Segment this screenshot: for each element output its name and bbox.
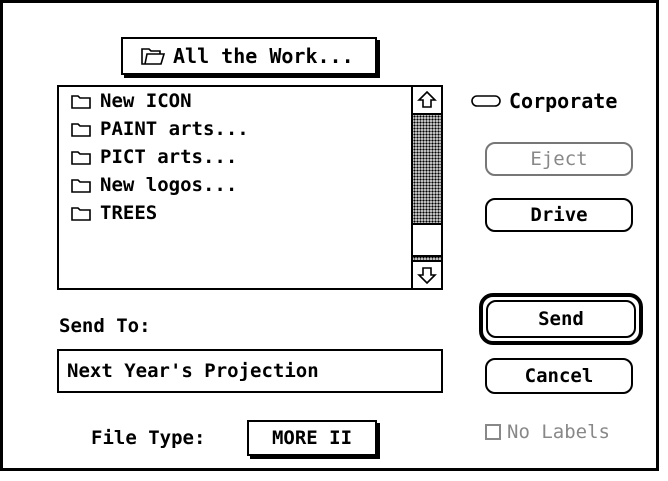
folder-icon: [71, 207, 91, 221]
no-labels-checkbox-row[interactable]: No Labels: [485, 421, 610, 443]
folder-icon: [71, 179, 91, 193]
folder-icon: [71, 123, 91, 137]
dialog-window: All the Work... New ICON PAINT arts... P…: [0, 0, 659, 471]
no-labels-checkbox[interactable]: [485, 424, 501, 440]
folder-icon: [71, 95, 91, 109]
arrow-up-icon: [417, 90, 437, 108]
folder-popup-label: All the Work...: [173, 44, 354, 68]
no-labels-label: No Labels: [507, 421, 610, 443]
scroll-thumb[interactable]: [413, 223, 441, 257]
list-item[interactable]: New ICON: [59, 87, 411, 115]
file-type-value: MORE II: [271, 427, 353, 449]
file-type-label: File Type:: [91, 427, 206, 449]
send-to-field[interactable]: Next Year's Projection: [57, 349, 443, 393]
list-item[interactable]: PAINT arts...: [59, 115, 411, 143]
scroll-up-button[interactable]: [413, 87, 441, 115]
list-item-label: New ICON: [100, 90, 192, 112]
send-to-value: Next Year's Projection: [67, 360, 319, 382]
scroll-down-button[interactable]: [413, 260, 441, 288]
volume-name: Corporate: [471, 89, 617, 113]
cancel-button[interactable]: Cancel: [485, 358, 633, 394]
volume-label: Corporate: [509, 89, 618, 113]
disk-icon: [471, 95, 501, 107]
list-item-label: TREES: [100, 202, 158, 224]
file-list-items: New ICON PAINT arts... PICT arts... New …: [59, 87, 411, 288]
drive-button[interactable]: Drive: [485, 198, 633, 232]
send-button[interactable]: Send: [486, 300, 636, 338]
file-list[interactable]: New ICON PAINT arts... PICT arts... New …: [57, 85, 443, 290]
vertical-scrollbar[interactable]: [411, 87, 441, 288]
send-to-label: Send To:: [59, 315, 151, 337]
list-item[interactable]: TREES: [59, 199, 411, 227]
open-folder-icon: [141, 48, 165, 65]
eject-button[interactable]: Eject: [485, 142, 633, 176]
list-item-label: PICT arts...: [100, 146, 238, 168]
list-item-label: PAINT arts...: [100, 118, 249, 140]
list-item-label: New logos...: [100, 174, 238, 196]
file-type-popup[interactable]: MORE II: [247, 420, 377, 456]
folder-popup-menu[interactable]: All the Work...: [121, 37, 377, 75]
list-item[interactable]: New logos...: [59, 171, 411, 199]
folder-icon: [71, 151, 91, 165]
arrow-down-icon: [417, 267, 437, 285]
list-item[interactable]: PICT arts...: [59, 143, 411, 171]
